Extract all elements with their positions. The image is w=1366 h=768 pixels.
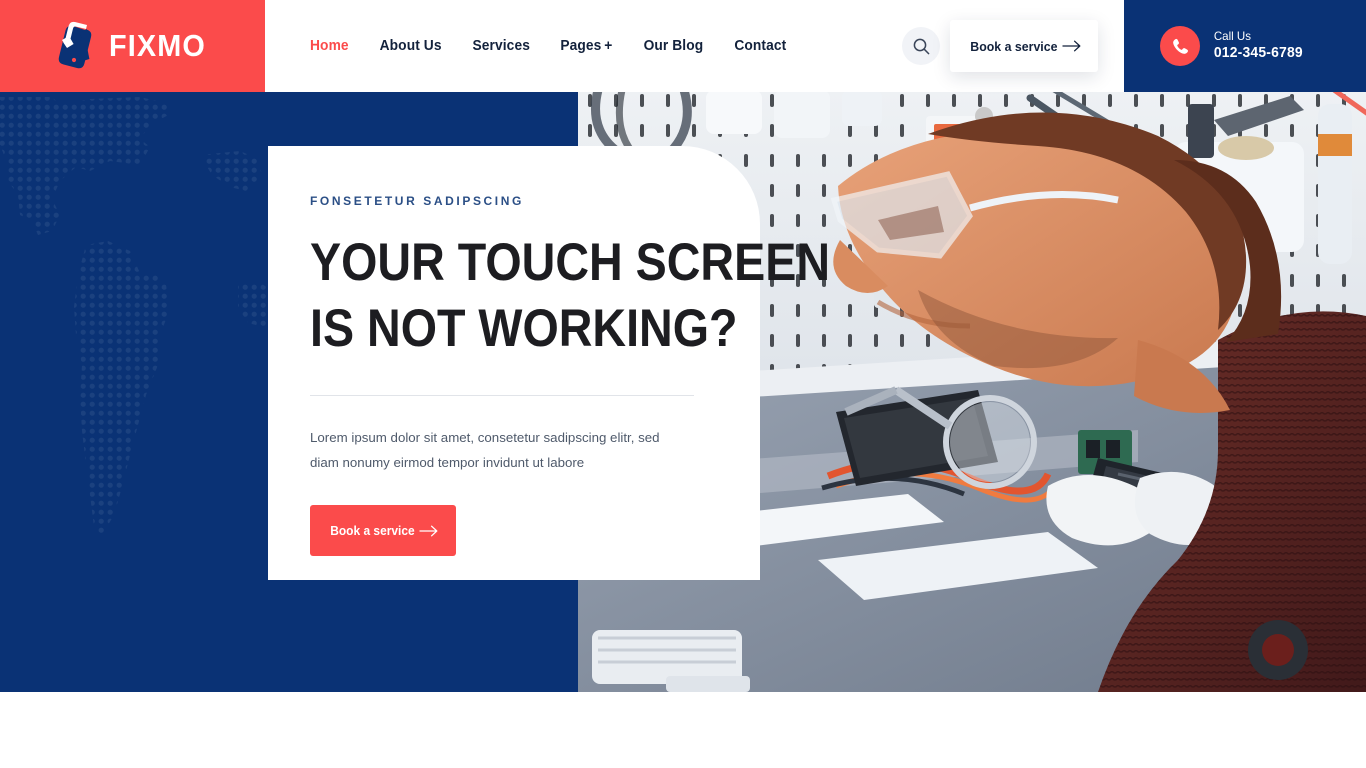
page-root: FIXMO Home About Us Services Pages + Our … bbox=[0, 0, 1366, 768]
nav-item-about-us[interactable]: About Us bbox=[379, 38, 441, 54]
nav-item-our-blog[interactable]: Our Blog bbox=[644, 38, 704, 54]
hero-card: FONSETETUR SADIPSCING YOUR TOUCH SCREEN … bbox=[268, 146, 830, 580]
phone-repair-arrows-icon bbox=[59, 21, 92, 69]
hero-title-line-1: YOUR TOUCH SCREEN bbox=[310, 233, 831, 292]
call-us-block[interactable]: Call Us 012-345-6789 bbox=[1160, 26, 1305, 66]
hero-title-line-2: IS NOT WORKING? bbox=[310, 299, 738, 358]
nav-item-pages[interactable]: Pages + bbox=[561, 38, 613, 54]
hero-divider bbox=[310, 395, 694, 396]
hero-paragraph: Lorem ipsum dolor sit amet, consetetur s… bbox=[310, 430, 660, 470]
logo-wordmark: FIXMO bbox=[109, 28, 207, 63]
call-us-label: Call Us bbox=[1213, 29, 1251, 44]
site-header: FIXMO Home About Us Services Pages + Our … bbox=[0, 0, 1366, 92]
header-book-a-service-label: Book a service bbox=[970, 38, 1058, 54]
logo[interactable]: FIXMO bbox=[0, 0, 265, 92]
header-book-a-service-button[interactable]: Book a service bbox=[950, 20, 1098, 72]
arrow-right-icon bbox=[1062, 40, 1081, 52]
hero-title: YOUR TOUCH SCREEN IS NOT WORKING? bbox=[310, 230, 830, 362]
call-text: Call Us 012-345-6789 bbox=[1212, 29, 1305, 62]
nav-list: Home About Us Services Pages + Our Blog C… bbox=[309, 38, 788, 54]
nav-item-contact[interactable]: Contact bbox=[734, 38, 786, 54]
search-button[interactable] bbox=[902, 27, 940, 65]
phone-icon bbox=[1172, 38, 1188, 54]
call-icon-circle bbox=[1160, 26, 1200, 66]
primary-navigation: Home About Us Services Pages + Our Blog C… bbox=[265, 0, 1124, 92]
arrow-right-icon bbox=[419, 525, 438, 536]
call-us-number: 012-345-6789 bbox=[1213, 45, 1303, 62]
nav-item-services[interactable]: Services bbox=[472, 38, 529, 54]
search-icon bbox=[913, 38, 929, 54]
hero-eyebrow: FONSETETUR SADIPSCING bbox=[310, 194, 524, 208]
plus-icon: + bbox=[604, 38, 613, 54]
page-below-hero bbox=[0, 692, 1366, 768]
hero-book-a-service-label: Book a service bbox=[330, 523, 415, 538]
hero-book-a-service-button[interactable]: Book a service bbox=[310, 505, 456, 556]
nav-item-home[interactable]: Home bbox=[310, 38, 349, 54]
dotted-world-map-pattern bbox=[0, 97, 274, 535]
